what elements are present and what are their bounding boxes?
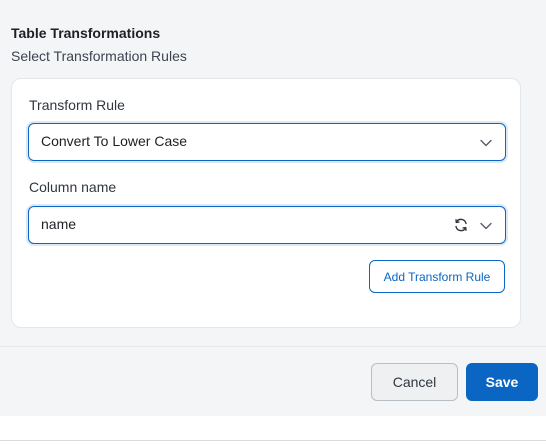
- section-title: Table Transformations: [11, 25, 161, 41]
- column-name-label: Column name: [29, 179, 117, 195]
- chevron-down-icon: [480, 222, 492, 230]
- cancel-button[interactable]: Cancel: [371, 363, 458, 401]
- add-transform-rule-button[interactable]: Add Transform Rule: [369, 260, 505, 293]
- transform-rule-value: Convert To Lower Case: [41, 133, 188, 149]
- refresh-icon[interactable]: [453, 217, 469, 233]
- bottom-divider: [0, 440, 546, 441]
- chevron-down-icon: [480, 139, 492, 147]
- section-subtitle: Select Transformation Rules: [11, 48, 187, 64]
- column-name-select[interactable]: name: [28, 206, 506, 244]
- column-name-value: name: [41, 216, 77, 232]
- transform-rule-select[interactable]: Convert To Lower Case: [28, 123, 506, 161]
- rule-card: Transform Rule Convert To Lower Case Col…: [11, 78, 521, 328]
- transform-rule-label: Transform Rule: [29, 97, 125, 113]
- transformations-panel: Table Transformations Select Transformat…: [0, 0, 546, 416]
- save-button[interactable]: Save: [466, 363, 538, 401]
- footer-divider: [0, 346, 546, 347]
